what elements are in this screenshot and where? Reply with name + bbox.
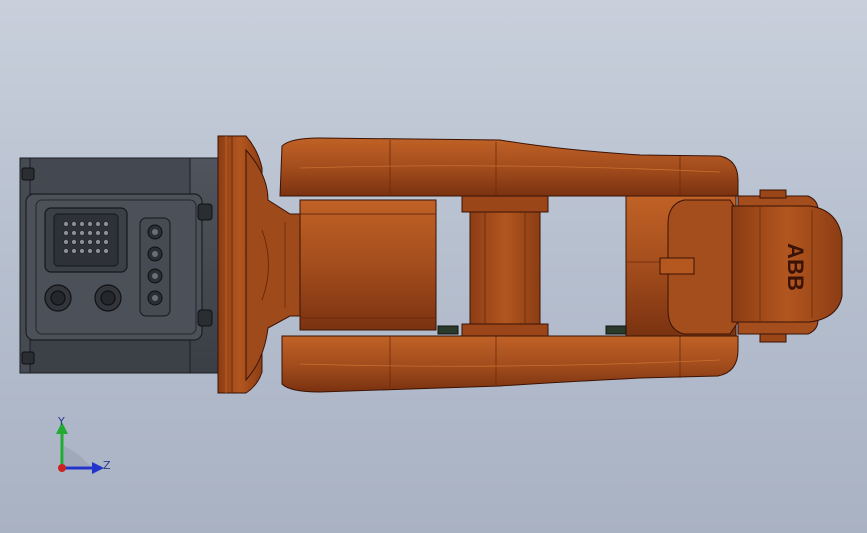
center-coupling [461,195,549,337]
robot-base[interactable] [19,157,227,374]
coordinate-triad: Y Z [56,415,111,474]
base-bottom-step [29,339,191,374]
upper-arm-bottom-rail[interactable] [281,335,739,393]
cad-viewport[interactable]: ABB Y Z [0,0,867,533]
sensor-right [605,325,627,335]
xy-plane-icon [64,446,90,466]
z-axis-label: Z [103,459,111,472]
lower-arm-drum [299,199,437,331]
multipin-connector [44,207,128,273]
base-top-step [29,157,191,195]
y-axis-label: Y [57,415,65,428]
sensor-left [437,325,459,335]
upper-arm-top-rail[interactable] [279,137,739,197]
abb-logo: ABB [783,243,808,291]
wrist-head[interactable]: ABB [659,189,843,343]
small-connectors [139,217,171,317]
origin-icon [58,464,66,472]
